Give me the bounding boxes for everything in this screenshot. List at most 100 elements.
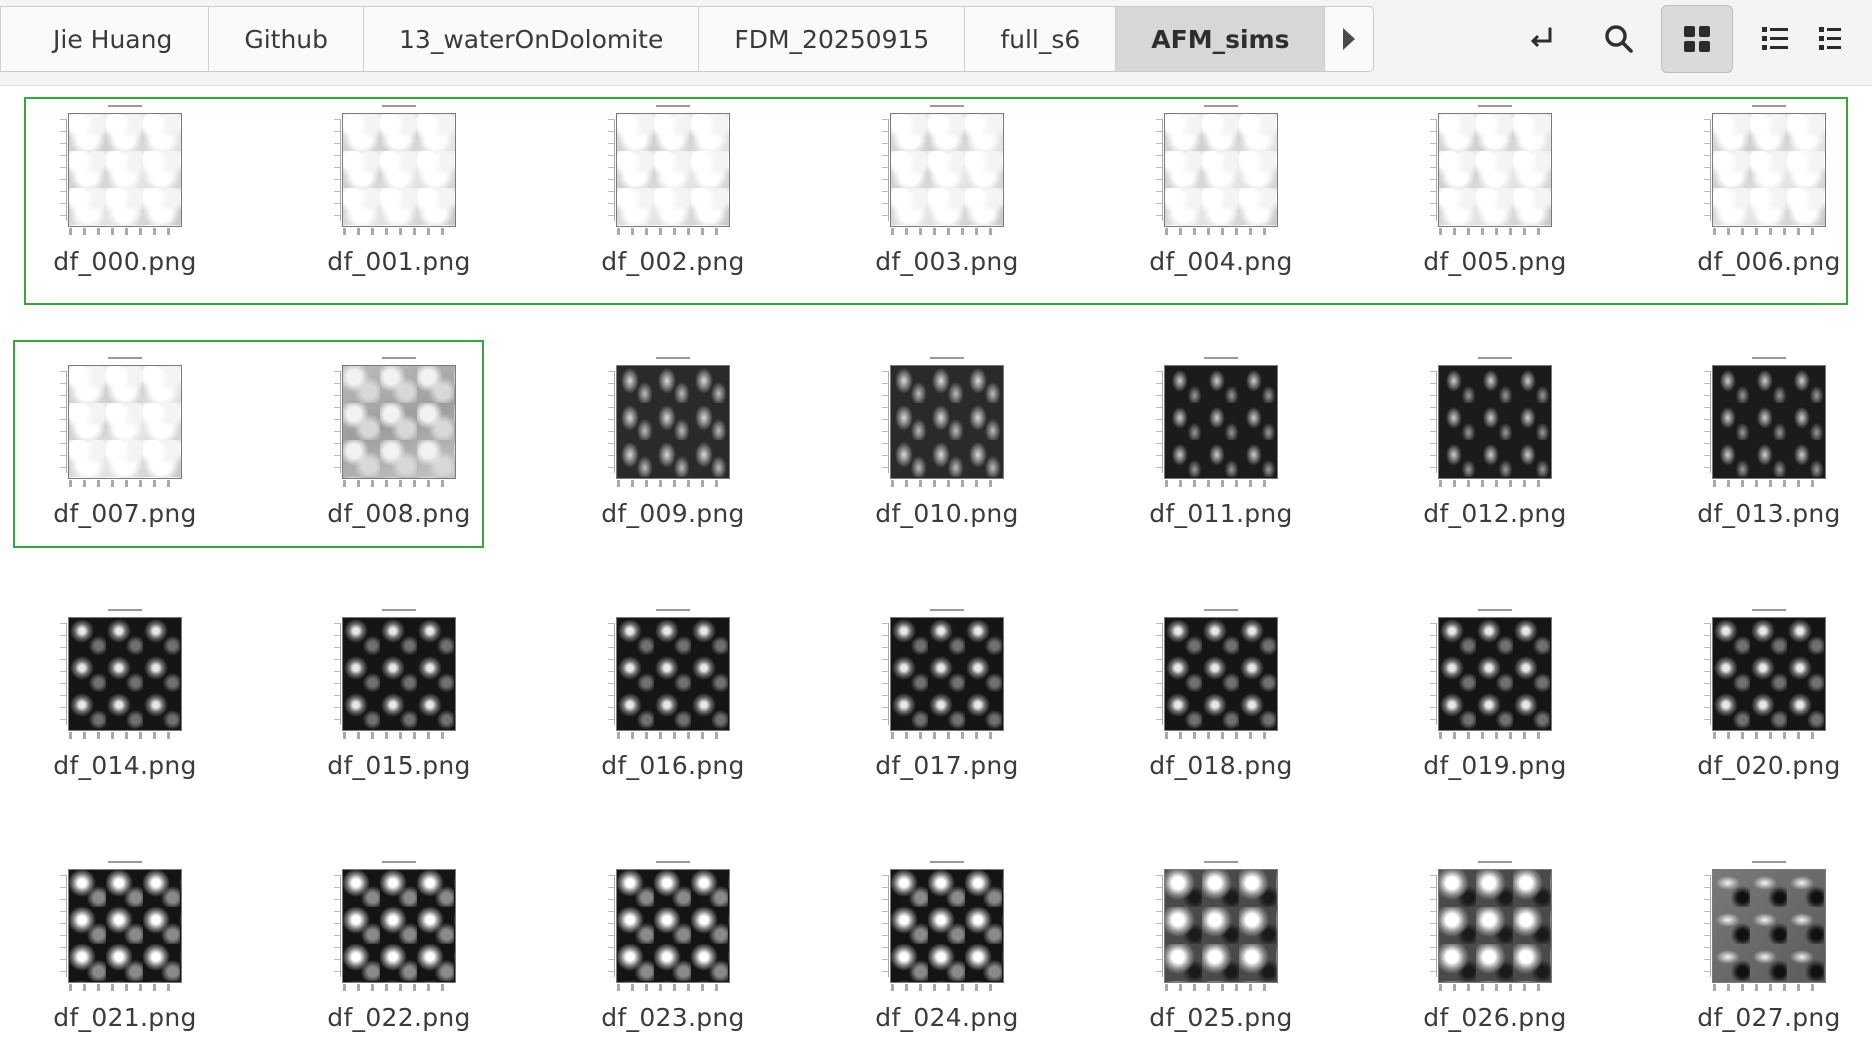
file-thumbnail: [334, 357, 464, 487]
file-thumbnail: [1430, 609, 1560, 739]
file-item[interactable]: df_018.png: [1096, 589, 1346, 799]
file-name: df_007.png: [53, 499, 197, 528]
file-thumbnail: [60, 609, 190, 739]
grid-view-icon: [1684, 26, 1710, 52]
list-view-button[interactable]: [1739, 5, 1811, 73]
file-name: df_017.png: [875, 751, 1019, 780]
file-item[interactable]: df_020.png: [1644, 589, 1872, 799]
file-thumbnail: [1430, 105, 1560, 235]
file-item[interactable]: df_019.png: [1370, 589, 1620, 799]
file-item[interactable]: df_021.png: [0, 841, 250, 1051]
file-thumbnail: [1156, 357, 1286, 487]
file-thumbnail: [1156, 105, 1286, 235]
file-item[interactable]: df_012.png: [1370, 337, 1620, 547]
file-name: df_019.png: [1423, 751, 1567, 780]
file-item[interactable]: df_017.png: [822, 589, 1072, 799]
file-name: df_000.png: [53, 247, 197, 276]
breadcrumb-item-afm-sims[interactable]: AFM_sims: [1115, 7, 1325, 71]
file-item[interactable]: df_011.png: [1096, 337, 1346, 547]
enter-path-button[interactable]: [1505, 5, 1577, 73]
file-name: df_004.png: [1149, 247, 1293, 276]
file-name: df_010.png: [875, 499, 1019, 528]
grid-view-button[interactable]: [1661, 5, 1733, 73]
file-name: df_027.png: [1697, 1003, 1841, 1032]
file-item[interactable]: df_007.png: [0, 337, 250, 547]
file-name: df_009.png: [601, 499, 745, 528]
file-thumbnail: [882, 105, 1012, 235]
file-name: df_013.png: [1697, 499, 1841, 528]
file-item[interactable]: df_003.png: [822, 85, 1072, 295]
file-name: df_014.png: [53, 751, 197, 780]
file-item[interactable]: df_006.png: [1644, 85, 1872, 295]
file-item[interactable]: df_023.png: [548, 841, 798, 1051]
file-name: df_016.png: [601, 751, 745, 780]
file-thumbnail: [60, 357, 190, 487]
file-name: df_001.png: [327, 247, 471, 276]
file-name: df_021.png: [53, 1003, 197, 1032]
file-thumbnail: [1156, 609, 1286, 739]
file-name: df_008.png: [327, 499, 471, 528]
breadcrumb-forward-button[interactable]: [1324, 7, 1373, 71]
file-item[interactable]: df_002.png: [548, 85, 798, 295]
file-thumbnail: [1430, 861, 1560, 991]
file-item[interactable]: df_001.png: [274, 85, 524, 295]
breadcrumb-item-jie-huang[interactable]: Jie Huang: [0, 7, 208, 71]
file-item[interactable]: df_027.png: [1644, 841, 1872, 1051]
file-thumbnail: [608, 609, 738, 739]
file-name: df_002.png: [601, 247, 745, 276]
breadcrumb-item-full-s6[interactable]: full_s6: [964, 7, 1115, 71]
file-thumbnail: [1704, 357, 1834, 487]
file-item[interactable]: df_015.png: [274, 589, 524, 799]
file-name: df_012.png: [1423, 499, 1567, 528]
file-thumbnail: [1704, 105, 1834, 235]
file-item[interactable]: df_008.png: [274, 337, 524, 547]
file-item[interactable]: df_022.png: [274, 841, 524, 1051]
file-name: df_005.png: [1423, 247, 1567, 276]
file-grid: df_000.png df_001.png df_002.png df_003.png…: [0, 85, 1872, 1040]
compact-view-icon: [1819, 27, 1841, 50]
file-name: df_025.png: [1149, 1003, 1293, 1032]
file-item[interactable]: df_014.png: [0, 589, 250, 799]
file-thumbnail: [608, 861, 738, 991]
file-name: df_015.png: [327, 751, 471, 780]
file-name: df_026.png: [1423, 1003, 1567, 1032]
search-button[interactable]: [1583, 5, 1655, 73]
file-thumbnail: [608, 105, 738, 235]
file-name: df_022.png: [327, 1003, 471, 1032]
file-thumbnail: [334, 105, 464, 235]
file-thumbnail: [60, 861, 190, 991]
file-item[interactable]: df_013.png: [1644, 337, 1872, 547]
file-thumbnail: [1704, 609, 1834, 739]
file-item[interactable]: df_000.png: [0, 85, 250, 295]
file-item[interactable]: df_016.png: [548, 589, 798, 799]
file-thumbnail: [1430, 357, 1560, 487]
file-item[interactable]: df_005.png: [1370, 85, 1620, 295]
file-thumbnail: [1156, 861, 1286, 991]
file-item[interactable]: df_009.png: [548, 337, 798, 547]
breadcrumb: Jie Huang Github 13_waterOnDolomite FDM_…: [0, 6, 1375, 72]
chevron-right-icon: [1343, 28, 1356, 50]
file-item[interactable]: df_025.png: [1096, 841, 1346, 1051]
breadcrumb-item-github[interactable]: Github: [208, 7, 363, 71]
file-thumbnail: [608, 357, 738, 487]
file-item[interactable]: df_026.png: [1370, 841, 1620, 1051]
file-name: df_024.png: [875, 1003, 1019, 1032]
toolbar: Jie Huang Github 13_waterOnDolomite FDM_…: [0, 0, 1872, 86]
file-thumbnail: [1704, 861, 1834, 991]
view-tools: [1505, 5, 1863, 73]
file-thumbnail: [882, 357, 1012, 487]
file-thumbnail: [60, 105, 190, 235]
breadcrumb-item-13-wateronDolomite[interactable]: 13_waterOnDolomite: [363, 7, 698, 71]
file-item[interactable]: df_004.png: [1096, 85, 1346, 295]
file-item[interactable]: df_024.png: [822, 841, 1072, 1051]
file-thumbnail: [882, 609, 1012, 739]
breadcrumb-item-fdm[interactable]: FDM_20250915: [698, 7, 964, 71]
file-item[interactable]: df_010.png: [822, 337, 1072, 547]
file-name: df_018.png: [1149, 751, 1293, 780]
enter-arrow-icon: [1530, 27, 1552, 48]
file-name: df_020.png: [1697, 751, 1841, 780]
file-thumbnail: [334, 861, 464, 991]
list-view-icon: [1762, 27, 1788, 50]
search-icon: [1605, 25, 1633, 53]
compact-view-button[interactable]: [1817, 5, 1857, 73]
